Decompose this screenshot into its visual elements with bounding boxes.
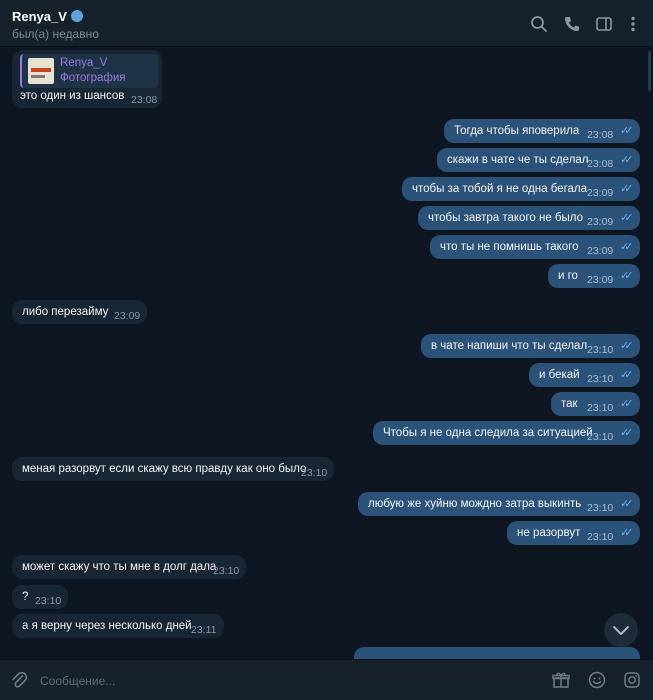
read-checkmarks-icon: ✓✓ [620,183,634,195]
scroll-to-bottom-button[interactable] [604,613,638,647]
emoji-icon[interactable] [587,670,607,690]
read-checkmarks-icon: ✓✓ [620,154,634,166]
read-checkmarks-icon: ✓✓ [620,125,634,137]
incoming-message-with-reply[interactable]: Renya_V Фотография это один из шансов 23… [12,50,162,108]
read-checkmarks-icon: ✓✓ [620,241,634,253]
message-text: это один из шансов [20,90,125,102]
read-checkmarks-icon: ✓✓ [620,527,634,539]
outgoing-message[interactable]: и бекай 23:10 ✓✓ [529,363,640,387]
outgoing-message[interactable]: что ты не помнишь такого 23:09 ✓✓ [430,235,640,259]
read-checkmarks-icon: ✓✓ [620,398,634,410]
message-text: ? [22,591,29,603]
message-time: 23:09 [587,245,614,257]
message-time: 23:10 [35,595,62,607]
message-time: 23:10 [587,502,614,514]
message-text: и бекай [539,369,580,381]
message-text: а я верну через несколько дней [22,620,192,632]
incoming-message[interactable]: может скажу что ты мне в долг дала 23:10 [12,555,246,579]
incoming-message[interactable]: либо перезайму 23:09 [12,300,147,324]
message-text: так [561,398,578,410]
message-list[interactable]: Renya_V Фотография это один из шансов 23… [0,47,653,659]
outgoing-message[interactable]: так 23:10 ✓✓ [551,392,640,416]
message-time: 23:10 [213,565,240,577]
message-text: скажи в чате че ты сделал [447,154,589,166]
outgoing-message[interactable]: чтобы завтра такого не было 23:09 ✓✓ [418,206,640,230]
message-time: 23:09 [114,310,141,322]
contact-name[interactable]: Renya_V [12,9,83,24]
message-text: любую же хуйню мождно затра выкинть [368,498,582,510]
phone-icon[interactable] [562,14,582,34]
read-checkmarks-icon: ✓✓ [620,498,634,510]
message-text: не разорвут [517,527,581,539]
message-text: меная разорвут если скажу всю правду как… [22,463,307,475]
outgoing-message-partial[interactable] [354,647,640,659]
outgoing-message[interactable]: скажи в чате че ты сделал 23:08 ✓✓ [437,148,640,172]
outgoing-message[interactable]: любую же хуйню мождно затра выкинть 23:1… [358,492,640,516]
instagram-icon[interactable] [622,670,642,690]
message-time: 23:10 [587,431,614,443]
reply-type: Фотография [60,72,126,84]
contact-name-text[interactable]: Renya_V [12,9,67,24]
gift-icon[interactable] [551,670,571,690]
message-text: в чате напиши что ты сделал [431,340,588,352]
outgoing-message[interactable]: Чтобы я не одна следила за ситуацией 23:… [373,421,640,445]
scrollbar[interactable] [648,51,651,91]
message-text: либо перезайму [22,306,109,318]
outgoing-message[interactable]: и го 23:09 ✓✓ [548,264,640,288]
message-time: 23:08 [587,158,614,170]
incoming-message[interactable]: меная разорвут если скажу всю правду как… [12,457,334,481]
message-text: Чтобы я не одна следила за ситуацией [383,427,593,439]
message-text: чтобы за тобой я не одна бегала [412,183,588,195]
message-text: может скажу что ты мне в долг дала [22,561,217,573]
outgoing-message[interactable]: не разорвут 23:10 ✓✓ [507,521,640,545]
chevron-down-icon [613,626,629,635]
outgoing-message[interactable]: Тогда чтобы яповерила 23:08 ✓✓ [444,119,640,143]
photo-thumbnail [28,58,54,84]
message-text: Тогда чтобы яповерила [454,125,580,137]
message-time: 23:10 [301,467,328,479]
message-text: и го [558,270,578,282]
message-time: 23:10 [587,344,614,356]
message-time: 23:10 [587,531,614,543]
reply-preview[interactable]: Renya_V Фотография [20,54,158,88]
message-time: 23:10 [587,373,614,385]
message-time: 23:08 [587,129,614,141]
incoming-message[interactable]: ? 23:10 [12,585,68,609]
message-time: 23:09 [587,274,614,286]
message-text: что ты не помнишь такого [440,241,579,253]
message-time: 23:09 [587,187,614,199]
message-composer [0,659,653,700]
outgoing-message[interactable]: в чате напиши что ты сделал 23:10 ✓✓ [421,334,640,358]
message-text: чтобы завтра такого не было [428,212,584,224]
read-checkmarks-icon: ✓✓ [620,212,634,224]
search-icon[interactable] [529,14,549,34]
more-options-icon[interactable] [623,14,643,34]
outgoing-message[interactable]: чтобы за тобой я не одна бегала 23:09 ✓✓ [402,177,640,201]
last-seen-status: был(а) недавно [12,27,99,41]
chat-header: Renya_V был(а) недавно [0,0,653,47]
read-checkmarks-icon: ✓✓ [620,369,634,381]
message-time: 23:09 [587,216,614,228]
sidebar-toggle-icon[interactable] [594,14,614,34]
message-time: 23:11 [191,624,217,636]
reply-sender: Renya_V [60,57,108,69]
read-checkmarks-icon: ✓✓ [620,427,634,439]
read-checkmarks-icon: ✓✓ [620,340,634,352]
incoming-message[interactable]: а я верну через несколько дней 23:11 [12,614,224,638]
premium-badge-icon [70,10,83,22]
message-time: 23:10 [587,402,614,414]
read-checkmarks-icon: ✓✓ [620,270,634,282]
message-input[interactable] [38,670,442,692]
attach-icon[interactable] [9,670,29,690]
message-time: 23:08 [131,94,158,106]
